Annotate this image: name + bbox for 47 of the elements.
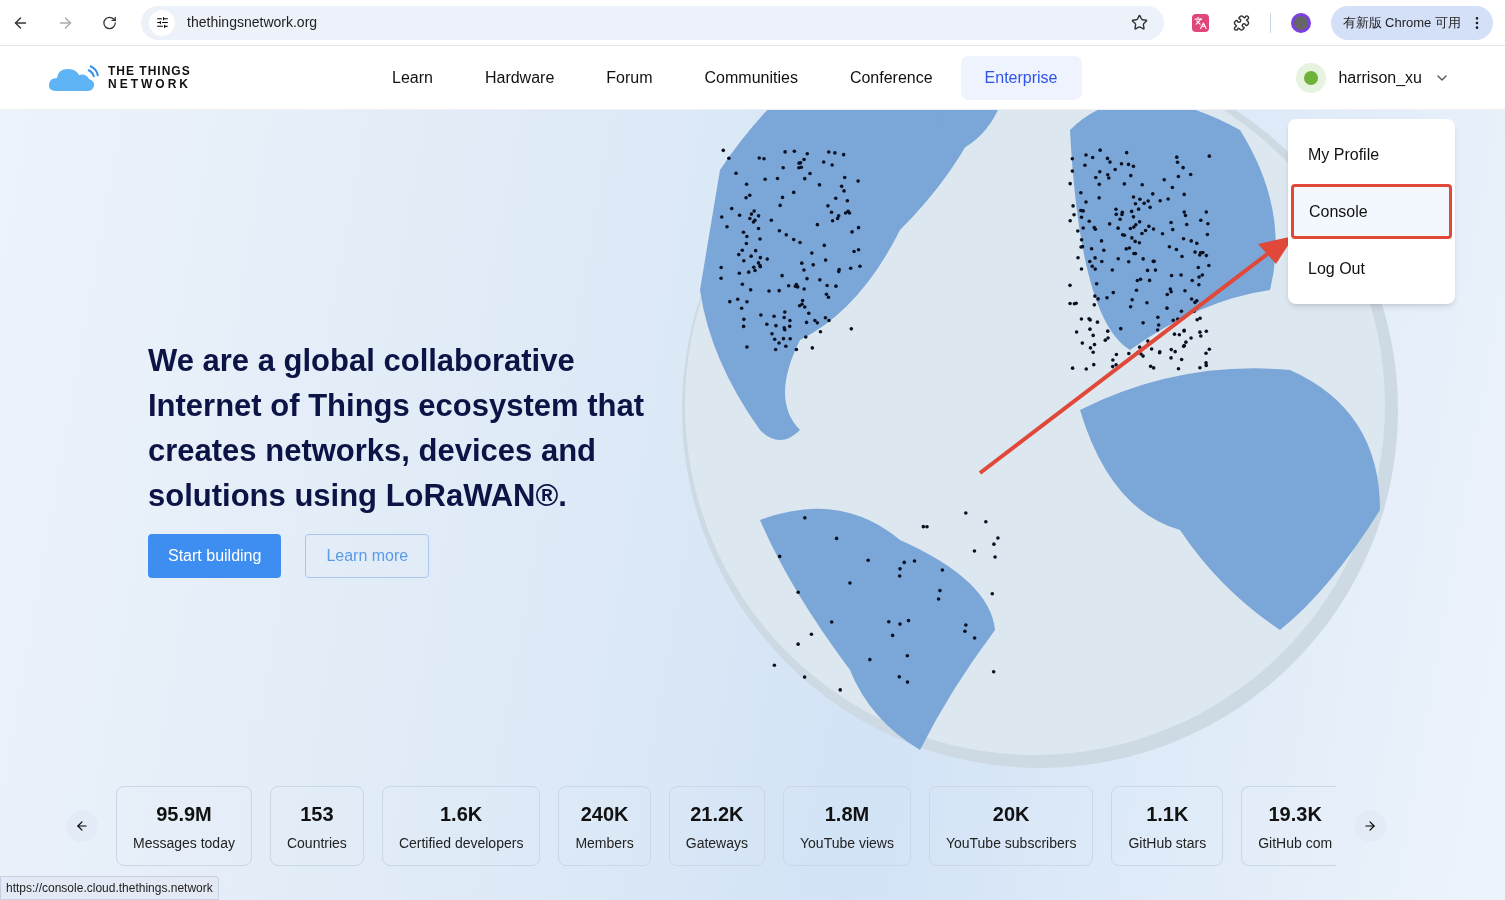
stat-label: Countries: [286, 833, 347, 853]
status-url-tooltip: https://console.cloud.thethings.network: [0, 876, 219, 900]
stat-value: 240K: [580, 801, 629, 827]
stat-label: GitHub stars: [1128, 833, 1207, 853]
stat-value: 95.9M: [156, 801, 212, 827]
nav-link[interactable]: Forum: [582, 55, 677, 100]
stat-label: GitHub com: [1258, 833, 1333, 853]
translate-icon[interactable]: [1192, 13, 1210, 32]
bookmark-star-icon[interactable]: [1131, 14, 1149, 31]
stat-value: 20K: [992, 801, 1030, 827]
stat-label: Gateways: [685, 833, 748, 853]
menu-item[interactable]: Log Out: [1288, 241, 1455, 296]
nav-link[interactable]: Communities: [680, 55, 822, 100]
menu-item[interactable]: My Profile: [1288, 127, 1455, 182]
stat-label: Certified developers: [398, 833, 524, 853]
stat-value: 153: [300, 801, 334, 827]
previous-arrow-button[interactable]: [66, 810, 98, 842]
reload-icon[interactable]: [102, 14, 118, 31]
site-settings-icon[interactable]: [149, 9, 176, 36]
arrow-right-icon: [1363, 819, 1378, 833]
stat-value: 1.6K: [440, 801, 483, 827]
nav-link[interactable]: Learn: [368, 55, 457, 100]
logo-text: NETWORK: [108, 77, 191, 91]
stat-label: Messages today: [133, 833, 235, 853]
stat-label: YouTube subscribers: [945, 833, 1077, 853]
user-avatar: [1296, 62, 1327, 93]
hero-headline: We are a global collaborative Internet of Things ecosystem that creates networks, devices and solutions using LoRaWAN®.: [148, 342, 646, 515]
username: harrison_xu: [1338, 67, 1422, 88]
cloud-logo-icon: [48, 63, 100, 92]
url-text: thethingsnetwork.org: [187, 13, 319, 32]
user-menu-toggle[interactable]: harrison_xu: [1296, 62, 1450, 93]
next-arrow-button[interactable]: [1354, 810, 1387, 842]
nav-link[interactable]: Hardware: [460, 55, 579, 100]
stat-label: YouTube views: [800, 833, 894, 853]
nav-link[interactable]: Conference: [825, 55, 957, 100]
stat-label: Members: [575, 833, 634, 853]
logo-text: THE THINGS: [108, 64, 191, 78]
nav-link[interactable]: Enterprise: [960, 55, 1082, 100]
stat-value: 1.8M: [824, 801, 870, 827]
stat-value: 1.1K: [1146, 801, 1189, 827]
stat-value: 21.2K: [690, 801, 744, 827]
extensions-icon[interactable]: [1233, 13, 1251, 32]
stat-value: 19.3K: [1268, 801, 1322, 827]
chrome-update-button[interactable]: 有新版 Chrome 可用: [1330, 5, 1493, 40]
profile-avatar[interactable]: [1291, 12, 1311, 33]
address-field[interactable]: thethingsnetwork.org: [141, 5, 1165, 40]
menu-item[interactable]: Console: [1291, 184, 1452, 239]
